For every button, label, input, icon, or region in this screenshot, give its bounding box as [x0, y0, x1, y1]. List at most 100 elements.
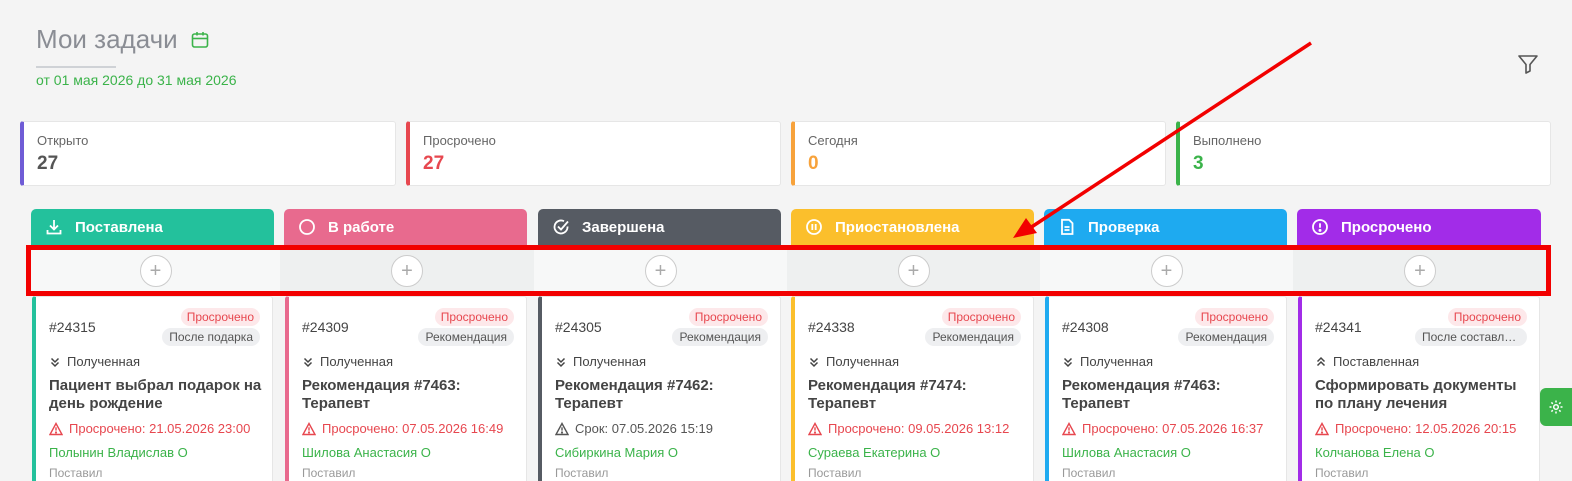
- task-due: Срок: 07.05.2026 15:19: [555, 421, 713, 436]
- task-title[interactable]: Рекомендация #7462: Терапевт: [555, 377, 775, 413]
- task-due-label: Просрочено: 07.05.2026 16:37: [1082, 421, 1264, 436]
- assignee-name[interactable]: Сибиркина Мария О: [555, 445, 678, 460]
- type-badge: После подарка: [162, 328, 260, 346]
- task-state-label: Полученная: [573, 354, 647, 369]
- assignee-name[interactable]: Шилова Анастасия О: [302, 445, 431, 460]
- stat-card[interactable]: Сегодня 0: [791, 121, 1166, 186]
- column-header-label: Завершена: [582, 218, 665, 236]
- task-state: Полученная: [1062, 354, 1153, 369]
- type-badge: Рекомендация: [925, 328, 1021, 346]
- assigned-by-label: Поставил: [808, 466, 862, 480]
- assignee-name[interactable]: Сураева Екатерина О: [808, 445, 940, 460]
- assigned-by-label: Поставил: [302, 466, 356, 480]
- column-header[interactable]: Завершена: [538, 209, 781, 245]
- warning-icon: [1062, 421, 1076, 436]
- circle-icon: [298, 218, 316, 236]
- stat-card[interactable]: Выполнено 3: [1176, 121, 1551, 186]
- task-due-label: Срок: 07.05.2026 15:19: [575, 421, 713, 436]
- add-task-button[interactable]: +: [897, 255, 930, 287]
- task-title[interactable]: Рекомендация #7463: Терапевт: [1062, 377, 1282, 413]
- add-task-button[interactable]: +: [1404, 255, 1436, 287]
- calendar-icon[interactable]: [190, 30, 210, 50]
- pause-icon: [805, 218, 823, 236]
- type-badge: После составлен...: [1415, 328, 1527, 346]
- status-badge: Просрочено: [1447, 308, 1527, 326]
- task-state: Поставленная: [1315, 354, 1419, 369]
- add-task-cell: +: [280, 249, 534, 293]
- task-card[interactable]: #24315 Просрочено После подарка Полученн…: [32, 296, 273, 481]
- task-id[interactable]: #24308: [1062, 319, 1109, 335]
- add-task-button[interactable]: +: [1150, 255, 1183, 287]
- assignee-name[interactable]: Колчанова Елена О: [1315, 445, 1434, 460]
- task-card[interactable]: #24341 Просрочено После составлен... Пос…: [1298, 296, 1540, 481]
- chevrons-down-icon: [808, 356, 820, 368]
- assignee-name[interactable]: Шилова Анастасия О: [1062, 445, 1191, 460]
- column-header-label: Приостановлена: [835, 218, 960, 236]
- task-due-label: Просрочено: 12.05.2026 20:15: [1335, 421, 1517, 436]
- task-card[interactable]: #24338 Просрочено Рекомендация Полученна…: [791, 296, 1034, 481]
- task-due-label: Просрочено: 21.05.2026 23:00: [69, 421, 251, 436]
- status-badge: Просрочено: [180, 308, 260, 326]
- date-range[interactable]: от 01 мая 2026 до 31 мая 2026: [36, 72, 237, 88]
- task-state-label: Поставленная: [1333, 354, 1420, 369]
- assigned-by-label: Поставил: [49, 466, 103, 480]
- status-badge: Просрочено: [434, 308, 514, 326]
- stat-label: Выполнено: [1193, 133, 1262, 148]
- task-due: Просрочено: 21.05.2026 23:00: [49, 421, 250, 436]
- chevrons-down-icon: [302, 356, 314, 368]
- stat-card[interactable]: Открыто 27: [20, 121, 396, 186]
- add-task-button[interactable]: +: [139, 255, 172, 287]
- task-due: Просрочено: 12.05.2026 20:15: [1315, 421, 1516, 436]
- column-header[interactable]: В работе: [284, 209, 527, 245]
- type-badge: Рекомендация: [672, 328, 768, 346]
- task-due: Просрочено: 07.05.2026 16:49: [302, 421, 503, 436]
- task-card[interactable]: #24308 Просрочено Рекомендация Полученна…: [1045, 296, 1287, 481]
- task-title[interactable]: Рекомендация #7463: Терапевт: [302, 377, 522, 413]
- stat-value: 0: [808, 153, 819, 174]
- type-badge: Рекомендация: [1178, 328, 1274, 346]
- task-state-label: Полученная: [1080, 354, 1154, 369]
- task-due: Просрочено: 07.05.2026 16:37: [1062, 421, 1263, 436]
- stat-card[interactable]: Просрочено 27: [406, 121, 781, 186]
- task-id[interactable]: #24338: [808, 319, 855, 335]
- stat-value: 27: [37, 153, 59, 174]
- add-task-button[interactable]: +: [644, 255, 677, 287]
- task-title[interactable]: Сформировать документы по плану лечения: [1315, 377, 1535, 413]
- task-title[interactable]: Рекомендация #7474: Терапевт: [808, 377, 1028, 413]
- task-title[interactable]: Пациент выбрал подарок на день рождение: [49, 377, 269, 413]
- stat-label: Сегодня: [808, 133, 858, 148]
- gear-icon: [1549, 400, 1563, 414]
- stat-label: Открыто: [37, 133, 89, 148]
- task-card[interactable]: #24305 Просрочено Рекомендация Полученна…: [538, 296, 781, 481]
- task-id[interactable]: #24341: [1315, 319, 1362, 335]
- chevrons-up-icon: [1315, 356, 1327, 368]
- settings-tab[interactable]: [1540, 388, 1572, 426]
- add-task-button[interactable]: +: [391, 255, 423, 287]
- task-state: Полученная: [555, 354, 646, 369]
- task-card[interactable]: #24309 Просрочено Рекомендация Полученна…: [285, 296, 527, 481]
- task-id[interactable]: #24309: [302, 319, 349, 335]
- stat-value: 27: [423, 153, 445, 174]
- column-header[interactable]: Проверка: [1044, 209, 1287, 245]
- column-header[interactable]: Просрочено: [1297, 209, 1541, 245]
- column-header-label: Поставлена: [75, 218, 163, 236]
- column-header-label: В работе: [328, 218, 395, 236]
- stat-value: 3: [1193, 153, 1204, 174]
- title-underline: [36, 66, 116, 68]
- page-title: Мои задачи: [36, 24, 178, 54]
- chevrons-down-icon: [1062, 356, 1074, 368]
- assigned-by-label: Поставил: [1315, 466, 1369, 480]
- page-title-row: Мои задачи: [36, 24, 210, 55]
- filter-icon[interactable]: [1516, 52, 1540, 76]
- column-header[interactable]: Приостановлена: [791, 209, 1034, 245]
- task-state-label: Полученная: [826, 354, 900, 369]
- task-state: Полученная: [49, 354, 140, 369]
- task-id[interactable]: #24315: [49, 319, 96, 335]
- check-circle-icon: [552, 218, 570, 236]
- column-header-label: Проверка: [1088, 218, 1160, 236]
- column-header[interactable]: Поставлена: [31, 209, 274, 245]
- task-state-label: Полученная: [320, 354, 394, 369]
- assignee-name[interactable]: Полынин Владислав О: [49, 445, 188, 460]
- task-id[interactable]: #24305: [555, 319, 602, 335]
- task-due-label: Просрочено: 07.05.2026 16:49: [322, 421, 504, 436]
